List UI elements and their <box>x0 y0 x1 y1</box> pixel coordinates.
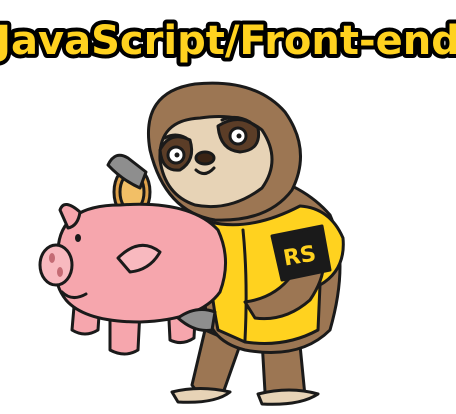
shirt-logo: RS <box>270 224 332 282</box>
sloth-head <box>147 81 302 222</box>
piggy-bank-icon <box>38 202 228 356</box>
page: RS JavaScript/Front-end JavaScript/Front… <box>0 0 456 414</box>
headline: JavaScript/Front-end JavaScript/Front-en… <box>0 14 456 68</box>
headline-text: JavaScript/Front-end <box>0 18 456 64</box>
